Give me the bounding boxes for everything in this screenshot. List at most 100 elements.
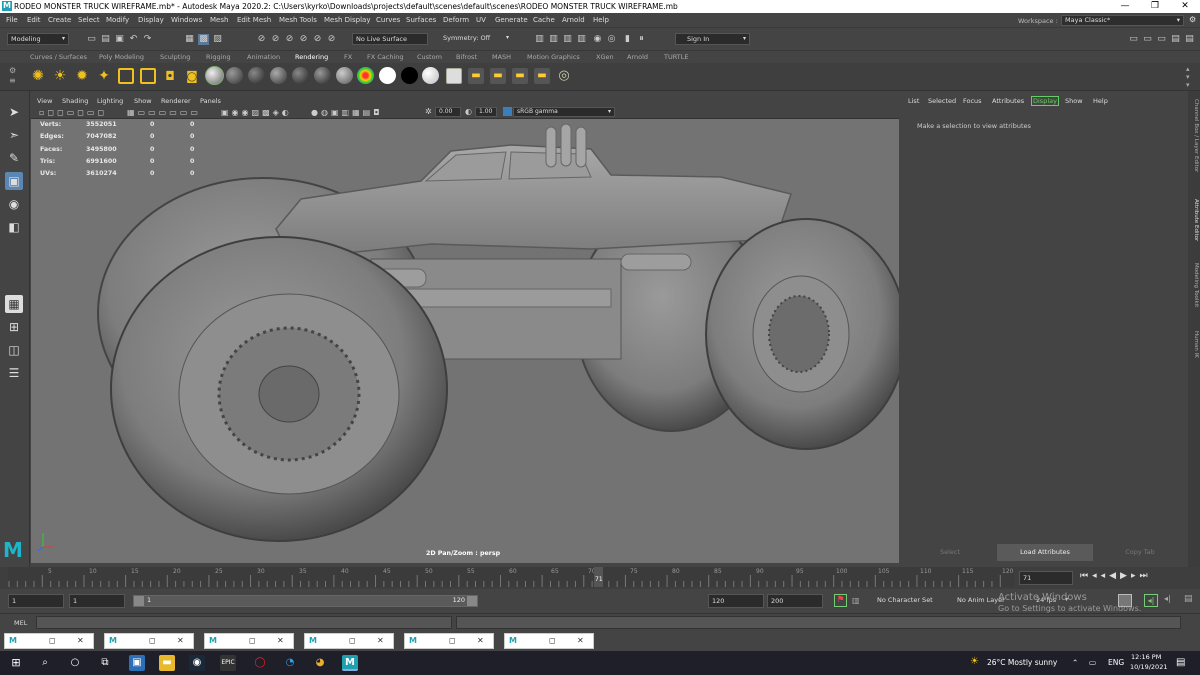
snap-view-icon[interactable]: ⊘ (326, 34, 337, 45)
task-view-icon[interactable]: ⧉ (97, 655, 113, 671)
playback-end-field[interactable]: 120 (708, 594, 764, 608)
menu-mesh[interactable]: Mesh (210, 16, 228, 24)
settings-icon[interactable]: ▤ (1184, 594, 1193, 604)
shelf-tab-poly-modeling[interactable]: Poly Modeling (99, 53, 144, 61)
menu-create[interactable]: Create (48, 16, 71, 24)
monster-truck-model[interactable] (31, 119, 899, 563)
shelf-tab-fx-caching[interactable]: FX Caching (367, 53, 404, 61)
close-icon[interactable]: ✕ (377, 636, 384, 645)
attr-menu-attributes[interactable]: Attributes (992, 97, 1024, 105)
surface-shader-icon[interactable] (379, 67, 396, 84)
shelf-tab-xgen[interactable]: XGen (596, 53, 614, 61)
exposure-field[interactable]: 0.00 (435, 107, 461, 117)
snap-grid-icon[interactable]: ⊘ (256, 34, 267, 45)
maximize-button[interactable]: ❐ (1140, 0, 1170, 13)
menu-surfaces[interactable]: Surfaces (406, 16, 436, 24)
steam-icon[interactable]: ◉ (189, 655, 205, 671)
anim-layer-select[interactable]: No Anim Layer (954, 595, 1005, 607)
mel-input[interactable] (36, 616, 452, 629)
mode-select[interactable]: Modeling ▾ (7, 33, 69, 45)
hypershade-icon[interactable]: ▥ (576, 34, 587, 45)
attr-menu-show[interactable]: Show (1065, 97, 1083, 105)
search-icon[interactable]: ⌕ (37, 655, 53, 671)
outliner-icon[interactable]: ☰ (5, 364, 23, 382)
single-view-icon[interactable]: ▦ (5, 295, 23, 313)
menu-file[interactable]: File (6, 16, 18, 24)
menu-edit-mesh[interactable]: Edit Mesh (237, 16, 271, 24)
shelf-tab-bifrost[interactable]: Bifrost (456, 53, 477, 61)
pause-icon[interactable]: ⏸ (636, 34, 647, 45)
blinn-icon[interactable] (226, 67, 243, 84)
edge-icon[interactable]: ◔ (282, 655, 298, 671)
load-attributes-button[interactable]: Load Attributes (997, 544, 1093, 561)
open-scene-icon[interactable]: ▤ (100, 34, 111, 45)
shelf-tab-curves-surfaces[interactable]: Curves / Surfaces (30, 53, 87, 61)
select-object-icon[interactable]: ▩ (198, 34, 209, 45)
shelf-tab-motion-graphics[interactable]: Motion Graphics (527, 53, 580, 61)
restore-icon[interactable]: ◻ (49, 636, 56, 645)
select-tool-icon[interactable]: ➤ (5, 103, 23, 121)
minimized-window[interactable]: M ◻ ✕ (204, 633, 294, 649)
point-light-icon[interactable]: ✹ (74, 68, 90, 84)
minimized-window[interactable]: M ◻ ✕ (304, 633, 394, 649)
playback-start-field[interactable]: 1 (69, 594, 125, 608)
grid-display-icon[interactable]: ▦▭▭▭▭▭▭ (127, 108, 201, 117)
notifications-icon[interactable]: ▤ (1176, 657, 1185, 668)
tab-attribute-editor[interactable]: Attribute Editor (1189, 199, 1199, 241)
rotate-tool-icon[interactable]: ◉ (5, 195, 23, 213)
snap-surface-icon[interactable]: ⊘ (312, 34, 323, 45)
menu-mesh-tools[interactable]: Mesh Tools (279, 16, 317, 24)
tab-modeling-toolkit[interactable]: Modeling Toolkit (1189, 263, 1199, 307)
shelf-scroll-icon[interactable]: ▴ ▾ ▾ (1186, 65, 1190, 89)
close-icon[interactable]: ✕ (77, 636, 84, 645)
snap-plane-icon[interactable]: ⊘ (298, 34, 309, 45)
weather-icon[interactable]: ☀ (970, 656, 979, 667)
shelf-tab-mash[interactable]: MASH (492, 53, 511, 61)
volume-light-icon[interactable] (140, 68, 156, 84)
clock-time[interactable]: 12:16 PM (1131, 653, 1161, 661)
range-start-handle[interactable] (134, 596, 144, 606)
close-icon[interactable]: ✕ (577, 636, 584, 645)
copy-tab-button[interactable]: Copy Tab (1093, 544, 1187, 561)
arnold-render-icon[interactable]: ▮ (622, 34, 633, 45)
select-hierarchy-icon[interactable]: ▦ (184, 34, 195, 45)
attr-select-button[interactable]: Select (903, 544, 997, 561)
spot-light-icon[interactable]: ✦ (96, 68, 112, 84)
current-frame-field[interactable]: 71 (1019, 571, 1073, 585)
scene-end-field[interactable]: 200 (767, 594, 823, 608)
two-view-icon[interactable]: ◫ (5, 341, 23, 359)
new-scene-icon[interactable]: ▭ (86, 34, 97, 45)
use-background-icon[interactable] (401, 67, 418, 84)
attr-menu-list[interactable]: List (908, 97, 919, 105)
time-slider[interactable]: 5 10 15 20 25 30 35 40 45 50 55 60 65 70… (0, 567, 1200, 589)
attr-menu-help[interactable]: Help (1093, 97, 1108, 105)
menu-select[interactable]: Select (78, 16, 100, 24)
camera-icon[interactable]: ◘ (162, 68, 178, 84)
four-view-icon[interactable]: ⊞ (5, 318, 23, 336)
restore-icon[interactable]: ◻ (249, 636, 256, 645)
file-explorer-icon[interactable]: ▬ (159, 655, 175, 671)
shelf-tab-rendering[interactable]: Rendering (295, 53, 328, 61)
paint-select-icon[interactable]: ✎ (5, 149, 23, 167)
snap-curve-icon[interactable]: ⊘ (270, 34, 281, 45)
menu-generate[interactable]: Generate (495, 16, 528, 24)
camera-tools-icon[interactable]: ▫◻◻▭◻▭◻ (39, 108, 107, 117)
layered-shader-icon[interactable] (336, 67, 353, 84)
tab-channel-box[interactable]: Channel Box / Layer Editor (1189, 99, 1199, 172)
restore-icon[interactable]: ◻ (149, 636, 156, 645)
network-icon[interactable]: ▭ (1089, 658, 1096, 667)
auto-key-icon[interactable]: ⚑ (834, 594, 847, 607)
lambert-icon[interactable] (248, 67, 265, 84)
move-tool-icon[interactable]: ▣ (5, 172, 23, 190)
playback-controls[interactable]: ⏮◂◂◀▶▸⏭ (1080, 571, 1152, 581)
mel-label[interactable]: MEL (14, 619, 27, 627)
directional-light-icon[interactable]: ☀ (52, 68, 68, 84)
panel-layout-icon[interactable]: ▤ (1184, 34, 1195, 45)
attr-menu-selected[interactable]: Selected (928, 97, 956, 105)
key-icon[interactable]: ▥ (852, 594, 864, 607)
windows-start-icon[interactable]: ⊞ (8, 655, 24, 671)
viewport-menu-lighting[interactable]: Lighting (97, 97, 123, 105)
panel-layout-icon[interactable]: ▭ (1128, 34, 1139, 45)
isolate-icon[interactable]: ●◍▣▥▦▤◘ (311, 108, 383, 117)
save-scene-icon[interactable]: ▣ (114, 34, 125, 45)
